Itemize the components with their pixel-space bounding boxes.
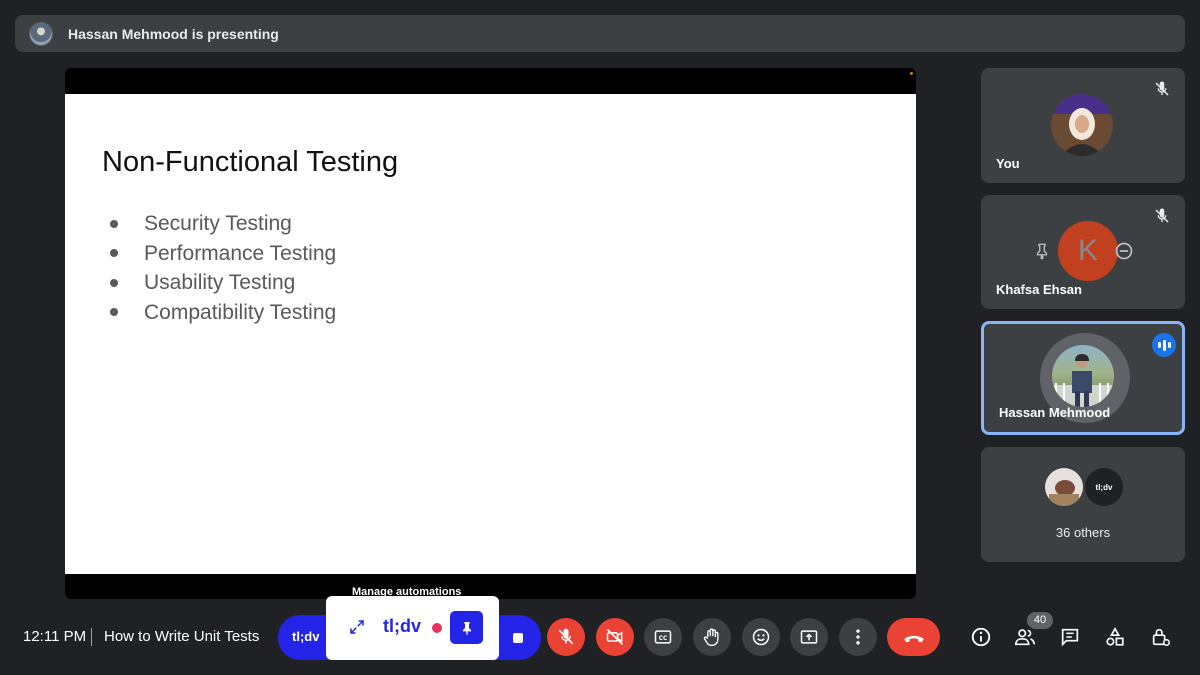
participant-tile-khafsa[interactable]: K Khafsa Ehsan [981,195,1185,309]
people-icon [1015,629,1035,646]
more-vert-icon [856,629,860,645]
participant-count-badge: 40 [1027,612,1053,629]
presentation-view[interactable]: Non-Functional Testing Security Testing … [65,68,916,599]
camera-off-icon [606,628,624,646]
mic-off-icon [558,628,574,645]
hand-icon [703,628,719,646]
tldv-pill-label: tl;dv [292,629,320,644]
participant-tile-you[interactable]: You [981,68,1185,183]
lock-person-icon [1152,628,1170,646]
pin-icon [462,621,471,635]
captions-icon: CC [654,630,672,644]
slide-indicator-dot [910,72,913,75]
tldv-popup[interactable]: tl;dv [326,596,499,660]
emoji-icon [752,628,770,646]
pin-button[interactable] [450,611,483,644]
captions-button[interactable]: CC [644,618,682,656]
participant-name: You [996,156,1020,171]
speaking-indicator-icon [1152,333,1176,357]
participant-tile-hassan[interactable]: Hassan Mehmood [981,321,1185,435]
slide-bullet-list: Security Testing Performance Testing Usa… [110,209,336,327]
more-options-button[interactable] [839,618,877,656]
leave-call-button[interactable] [887,618,940,656]
chat-icon [1061,628,1079,647]
tldv-logo: tl;dv [383,616,421,636]
avatar-other-participant [1045,468,1083,506]
slide-title: Non-Functional Testing [102,146,399,178]
end-call-icon [903,635,924,643]
expand-icon[interactable] [348,618,366,636]
tldv-bot-avatar: tl;dv [1085,468,1123,506]
info-icon [971,627,991,647]
host-controls-button[interactable] [1150,626,1172,648]
people-button[interactable] [1014,626,1036,648]
remove-icon[interactable] [1113,240,1135,262]
slide-bullet: Performance Testing [110,239,336,269]
slide: Non-Functional Testing Security Testing … [65,94,916,574]
svg-text:CC: CC [659,636,668,642]
others-count-label: 36 others [1055,525,1111,540]
divider [91,628,92,646]
meeting-details-button[interactable] [970,626,992,648]
slide-bullet: Usability Testing [110,268,336,298]
present-button[interactable] [790,618,828,656]
participant-name: Hassan Mehmood [999,405,1111,420]
meeting-clock: 12:11 PM [23,628,87,645]
activities-button[interactable] [1104,626,1126,648]
present-screen-icon [800,630,818,644]
slide-bullet: Compatibility Testing [110,298,336,328]
pin-icon[interactable] [1031,240,1053,262]
presenting-banner: Hassan Mehmood is presenting [15,15,1185,52]
participant-name: Khafsa Ehsan [996,282,1082,297]
activities-icon [1106,627,1124,646]
recording-dot-icon [432,623,442,633]
slide-bullet: Security Testing [110,209,336,239]
raise-hand-button[interactable] [693,618,731,656]
bullet-icon [110,308,118,317]
avatar-initial: K [1077,234,1098,267]
participant-tile-others[interactable]: tl;dv 36 others [981,447,1185,562]
presenting-text: Hassan Mehmood is presenting [68,25,279,42]
camera-toggle-button[interactable] [596,618,634,656]
avatar-you [1051,94,1113,156]
mic-off-icon [1155,81,1169,96]
presenter-avatar [29,21,53,46]
reactions-button[interactable] [742,618,780,656]
chat-button[interactable] [1059,626,1081,648]
bullet-icon [110,249,118,258]
bullet-icon [110,278,118,287]
bullet-icon [110,219,118,228]
mic-toggle-button[interactable] [547,618,585,656]
meeting-title: How to Write Unit Tests [104,628,260,645]
avatar-khafsa: K [1058,221,1118,281]
stop-recording-icon[interactable] [513,633,523,643]
mic-off-icon [1155,208,1169,223]
